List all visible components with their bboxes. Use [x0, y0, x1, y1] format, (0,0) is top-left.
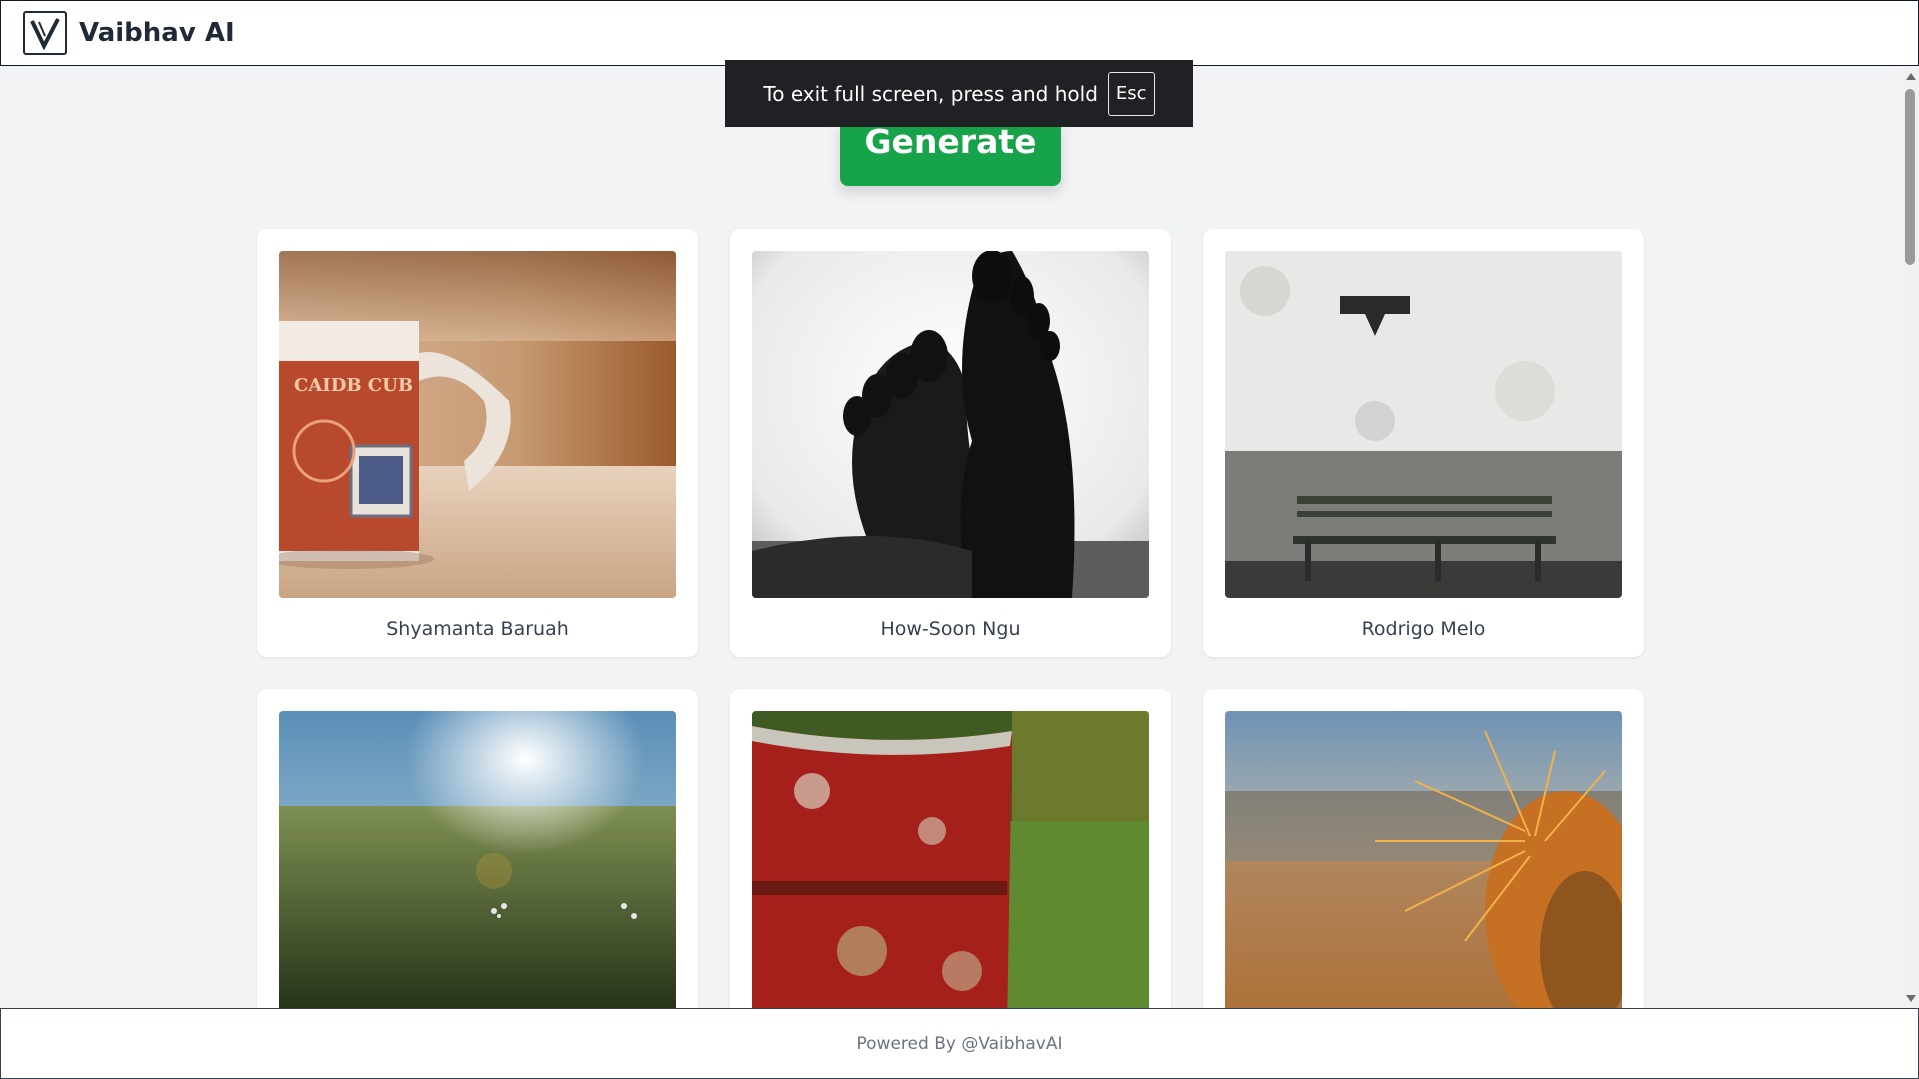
scroll-up-icon[interactable] — [1906, 73, 1916, 80]
gallery-card[interactable] — [1203, 689, 1644, 1030]
generate-button[interactable]: Generate — [840, 120, 1061, 186]
gallery-card[interactable]: How-Soon Ngu — [730, 229, 1171, 657]
toast-message: To exit full screen, press and hold — [763, 81, 1098, 106]
gallery-photo-feet[interactable] — [752, 251, 1149, 598]
svg-text:CAIDB CUB: CAIDB CUB — [294, 375, 413, 396]
gallery-card[interactable] — [730, 689, 1171, 1030]
fullscreen-exit-toast: To exit full screen, press and hold Esc — [725, 60, 1193, 127]
gallery-card[interactable]: Rodrigo Melo — [1203, 229, 1644, 657]
gallery-photo-grass[interactable] — [279, 711, 676, 1030]
scroll-down-icon[interactable] — [1906, 995, 1916, 1002]
gallery-photo-cactus[interactable] — [1225, 711, 1622, 1030]
footer: Powered By @VaibhavAI — [0, 1008, 1919, 1079]
v-logo-icon[interactable] — [23, 11, 67, 55]
gallery-photo-bench[interactable] — [1225, 251, 1622, 598]
gallery-photo-mug[interactable]: CAIDB CUB — [279, 251, 676, 598]
photo-credit: Shyamanta Baruah — [386, 618, 569, 640]
brand-name[interactable]: Vaibhav AI — [79, 18, 235, 48]
top-navbar: Vaibhav AI — [0, 0, 1919, 66]
esc-key-hint: Esc — [1107, 71, 1155, 116]
photo-credit: Rodrigo Melo — [1361, 618, 1486, 640]
page-scrollbar[interactable] — [1902, 67, 1919, 1008]
gallery-card[interactable] — [257, 689, 698, 1030]
scrollbar-thumb[interactable] — [1905, 89, 1915, 265]
gallery-photo-barrel[interactable] — [752, 711, 1149, 1030]
footer-credit: Powered By @VaibhavAI — [856, 1033, 1063, 1054]
gallery-card[interactable]: CAIDB CUB Shyamanta Baruah — [257, 229, 698, 657]
photo-credit: How-Soon Ngu — [880, 618, 1021, 640]
